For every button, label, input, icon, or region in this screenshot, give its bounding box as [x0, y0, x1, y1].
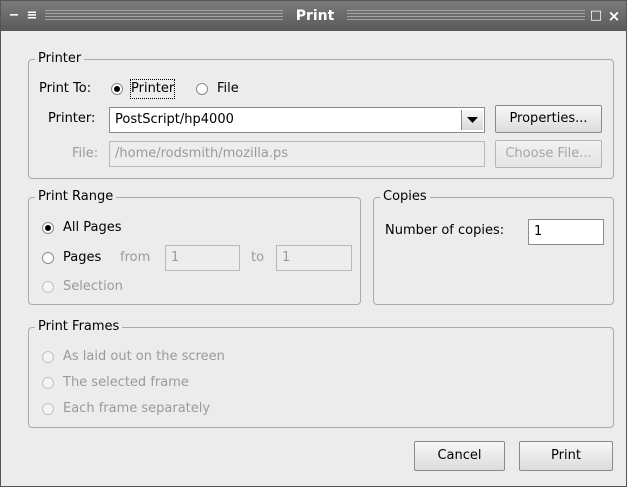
frames-each-radio[interactable] [42, 403, 54, 415]
from-page-input[interactable]: 1 [165, 245, 240, 271]
title-bar-grip-right [347, 10, 585, 21]
close-icon: × [607, 7, 621, 25]
frames-each-label[interactable]: Each frame separately [63, 400, 210, 418]
number-of-copies-input[interactable]: 1 [528, 219, 604, 245]
chevron-down-icon [467, 117, 478, 123]
file-label: File: [72, 146, 99, 161]
properties-button[interactable]: Properties... [495, 105, 602, 133]
printer-select-dropdown-button[interactable] [461, 110, 483, 130]
choose-file-button[interactable]: Choose File... [495, 140, 602, 168]
minimize-icon: − [8, 8, 20, 23]
print-frames-legend: Print Frames [35, 319, 123, 335]
selection-label[interactable]: Selection [63, 278, 123, 296]
frames-as-laid-out-radio[interactable] [42, 351, 54, 363]
to-page-input[interactable]: 1 [276, 245, 352, 271]
title-bar-grip [45, 10, 283, 21]
number-of-copies-label: Number of copies: [385, 223, 505, 238]
copies-group [373, 197, 614, 305]
print-button[interactable]: Print [519, 441, 613, 471]
file-path-input[interactable]: /home/rodsmith/mozilla.ps [109, 141, 485, 167]
from-label: from [120, 250, 151, 265]
to-label: to [251, 250, 265, 265]
print-to-label: Print To: [39, 81, 92, 96]
minimize-button[interactable]: − [7, 1, 21, 31]
pages-radio[interactable] [42, 252, 54, 264]
frames-selected-radio[interactable] [42, 377, 54, 389]
all-pages-label[interactable]: All Pages [63, 219, 122, 237]
title-bar[interactable]: − ≡ Print □ × [1, 1, 626, 31]
printer-select[interactable]: PostScript/hp4000 [109, 107, 485, 133]
print-range-legend: Print Range [35, 189, 117, 205]
print-to-file-label[interactable]: File [217, 80, 239, 98]
maximize-button[interactable]: □ [589, 1, 603, 31]
frames-selected-label[interactable]: The selected frame [63, 374, 189, 392]
shade-icon: ≡ [26, 8, 38, 23]
print-to-printer-radio[interactable] [111, 83, 123, 95]
close-button[interactable]: × [607, 1, 621, 31]
window-menu-button[interactable]: ≡ [25, 1, 39, 31]
maximize-icon: □ [589, 8, 603, 23]
selection-radio[interactable] [42, 281, 54, 293]
cancel-button[interactable]: Cancel [414, 441, 505, 471]
all-pages-radio[interactable] [42, 222, 54, 234]
window-title: Print [295, 8, 335, 24]
print-dialog: − ≡ Print □ × Printer Print To: Printer … [0, 0, 627, 487]
frames-as-laid-out-label[interactable]: As laid out on the screen [63, 348, 225, 366]
printer-label: Printer: [48, 111, 96, 126]
copies-legend: Copies [380, 189, 430, 205]
printer-select-value: PostScript/hp4000 [115, 112, 234, 127]
pages-label[interactable]: Pages [63, 249, 101, 267]
print-to-printer-label[interactable]: Printer [129, 79, 176, 99]
print-to-file-radio[interactable] [196, 83, 208, 95]
printer-group-legend: Printer [35, 51, 85, 67]
